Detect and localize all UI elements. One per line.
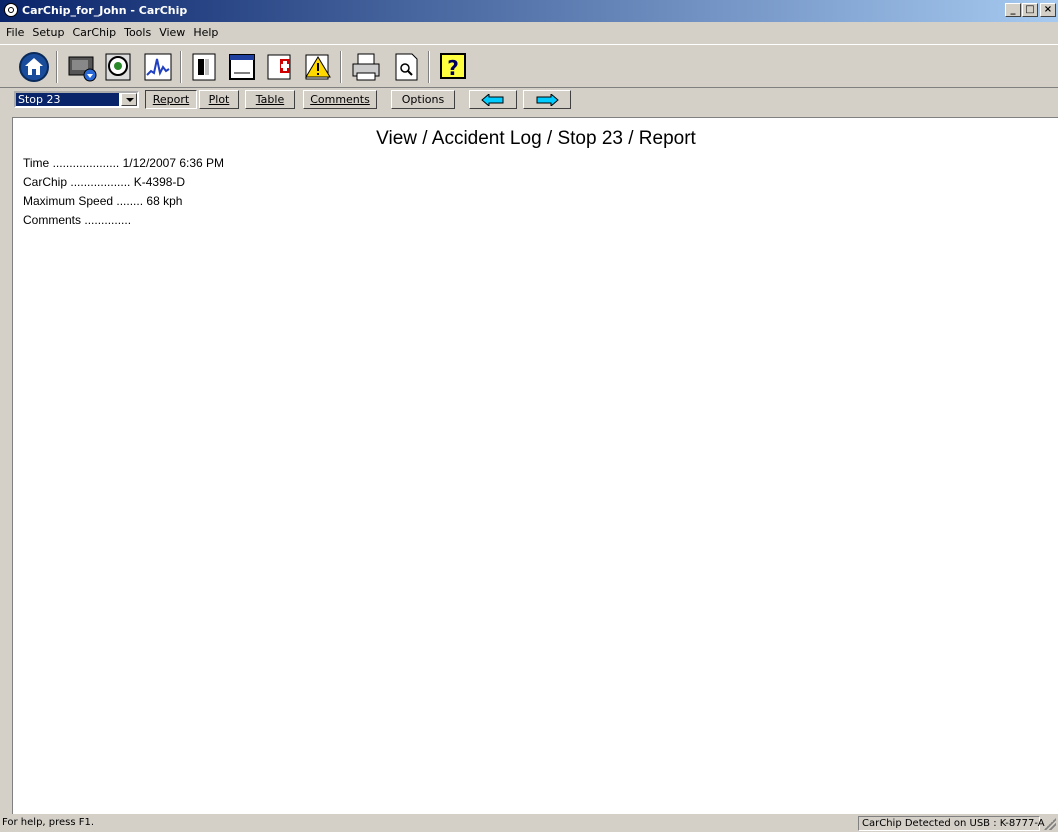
report-value: 1/12/2007 6:36 PM [122, 156, 225, 170]
home-icon[interactable] [18, 51, 50, 83]
menu-file[interactable]: File [0, 22, 28, 39]
report-button-label: Report [152, 93, 190, 106]
arrow-right-icon [536, 92, 559, 108]
menu-bar: File Setup CarChip Tools View Help [0, 22, 1058, 42]
carchip-app-icon[interactable] [4, 3, 18, 17]
menu-carchip[interactable]: CarChip [68, 22, 120, 39]
print-preview-icon[interactable] [390, 51, 422, 83]
report-row-carchip: CarChip .................. K-4398-D [23, 175, 185, 189]
view-data-icon[interactable] [103, 51, 135, 83]
toolbar-separator [180, 51, 182, 83]
report-leader: .............. [84, 213, 132, 227]
help-icon[interactable]: ? [438, 51, 470, 83]
stop-select-value: Stop 23 [16, 93, 119, 106]
window-title: CarChip_for_John - CarChip [22, 4, 188, 17]
table-button[interactable]: Table [245, 90, 295, 109]
trip-log-icon[interactable] [188, 51, 220, 83]
plot-button[interactable]: Plot [199, 90, 239, 109]
report-row-time: Time .................... 1/12/2007 6:36… [23, 156, 224, 170]
svg-text:?: ? [447, 56, 459, 80]
status-bar: For help, press F1. CarChip Detected on … [0, 815, 1058, 832]
report-view: View / Accident Log / Stop 23 / Report T… [12, 117, 1058, 814]
menu-help[interactable]: Help [189, 22, 222, 39]
toolbar: ? [0, 44, 1058, 88]
alert-icon[interactable] [302, 51, 334, 83]
toolbar-separator [428, 51, 430, 83]
download-chip-icon[interactable] [66, 51, 98, 83]
report-button[interactable]: Report [145, 90, 197, 109]
report-value: 68 kph [146, 194, 183, 208]
report-label: Maximum Speed [23, 194, 114, 208]
toolbar-separator [340, 51, 342, 83]
report-heading: View / Accident Log / Stop 23 / Report [376, 128, 696, 149]
window-icon[interactable] [226, 51, 258, 83]
menu-tools[interactable]: Tools [120, 22, 155, 39]
report-leader: .................... [52, 156, 120, 170]
navigation-bar: Stop 23 Report Plot Table Comments Optio… [0, 88, 1058, 112]
back-button[interactable] [469, 90, 517, 109]
menu-setup[interactable]: Setup [28, 22, 68, 39]
resize-grip-icon[interactable] [1044, 818, 1056, 830]
table-button-label: Table [255, 93, 285, 106]
comments-button-label: Comments [310, 93, 370, 106]
report-label: Comments [23, 213, 82, 227]
minimize-button[interactable]: _ [1005, 3, 1021, 17]
report-value: K-4398-D [133, 175, 186, 189]
forward-button[interactable] [523, 90, 571, 109]
arrow-left-icon [481, 92, 504, 108]
report-label: Time [23, 156, 50, 170]
status-help-text: For help, press F1. [2, 817, 95, 828]
chevron-down-icon[interactable] [121, 93, 137, 106]
stop-select[interactable]: Stop 23 [14, 91, 139, 108]
title-bar[interactable]: CarChip_for_John - CarChip _ □ × [0, 0, 1058, 22]
report-label: CarChip [23, 175, 68, 189]
options-button[interactable]: Options [391, 90, 455, 109]
plot-button-label: Plot [208, 93, 230, 106]
app-window: CarChip_for_John - CarChip _ □ × File Set… [0, 0, 1058, 832]
close-button[interactable]: × [1040, 3, 1056, 17]
report-leader: ........ [116, 194, 144, 208]
plot-icon[interactable] [142, 51, 174, 83]
report-row-max-speed: Maximum Speed ........ 68 kph [23, 194, 182, 208]
maximize-button[interactable]: □ [1022, 3, 1038, 17]
comments-button[interactable]: Comments [303, 90, 377, 109]
toolbar-separator [56, 51, 58, 83]
menu-view[interactable]: View [155, 22, 189, 39]
report-row-comments: Comments .............. [23, 213, 131, 227]
add-record-icon[interactable] [264, 51, 296, 83]
report-leader: .................. [70, 175, 131, 189]
options-button-label: Options [401, 93, 445, 106]
status-device-panel: CarChip Detected on USB : K-8777-A [858, 816, 1045, 831]
print-icon[interactable] [350, 51, 382, 83]
